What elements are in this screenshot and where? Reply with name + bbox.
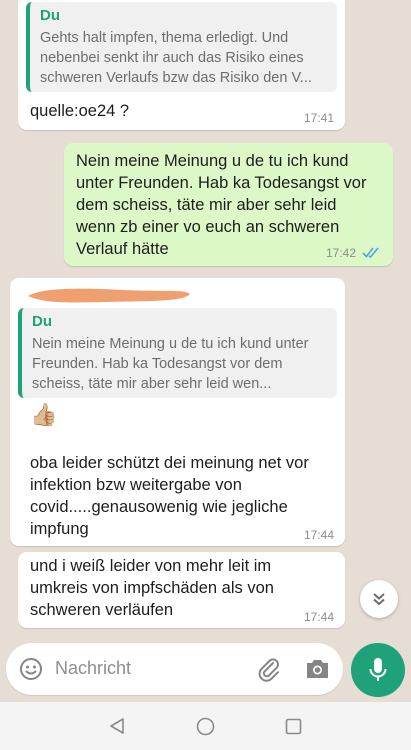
thumbs-up-emoji: 👍🏼	[30, 402, 58, 427]
camera-icon[interactable]	[305, 657, 330, 680]
message-incoming[interactable]: Du Nein meine Meinung u de tu ich kund u…	[10, 278, 345, 546]
circle-home-icon[interactable]	[196, 717, 215, 736]
chevron-double-down-icon	[373, 593, 385, 606]
message-time: 17:41	[304, 111, 335, 125]
quote-author: Du	[40, 7, 60, 24]
message-time: 17:42	[326, 246, 357, 260]
quoted-message[interactable]: Du Nein meine Meinung u de tu ich kund u…	[18, 308, 337, 398]
message-text: oba leider schützt dei meinung net vor i…	[30, 454, 309, 538]
redacted-sender-name	[28, 288, 190, 303]
triangle-back-icon[interactable]	[108, 717, 126, 735]
microphone-button[interactable]	[351, 643, 405, 697]
message-incoming[interactable]: Du Gehts halt impfen, thema erledigt. Un…	[18, 0, 345, 130]
chat-area[interactable]: Du Gehts halt impfen, thema erledigt. Un…	[0, 0, 411, 640]
message-text: Nein meine Meinung u de tu ich kund unte…	[76, 152, 367, 258]
square-recents-icon[interactable]	[285, 718, 302, 735]
smiley-icon[interactable]	[19, 657, 43, 681]
paperclip-icon[interactable]	[256, 656, 282, 682]
double-check-icon	[362, 247, 379, 259]
system-nav-bar	[0, 702, 411, 750]
message-text: quelle:oe24 ?	[30, 102, 130, 120]
message-outgoing[interactable]: Nein meine Meinung u de tu ich kund unte…	[64, 143, 393, 266]
scroll-down-button[interactable]	[360, 580, 398, 618]
quote-text: Gehts halt impfen, thema erledigt. Und n…	[40, 30, 312, 86]
quoted-message[interactable]: Du Gehts halt impfen, thema erledigt. Un…	[26, 2, 337, 92]
message-incoming[interactable]: und i weiß leider von mehr leit im umkre…	[18, 552, 345, 628]
message-time: 17:44	[304, 528, 335, 542]
message-input[interactable]: Nachricht	[55, 658, 131, 679]
quote-text: Nein meine Meinung u de tu ich kund unte…	[32, 336, 309, 392]
message-time: 17:44	[304, 610, 335, 624]
message-input-bar[interactable]: Nachricht	[6, 643, 343, 695]
message-text: und i weiß leider von mehr leit im umkre…	[30, 557, 274, 619]
quote-author: Du	[32, 313, 52, 330]
microphone-icon	[369, 658, 387, 681]
